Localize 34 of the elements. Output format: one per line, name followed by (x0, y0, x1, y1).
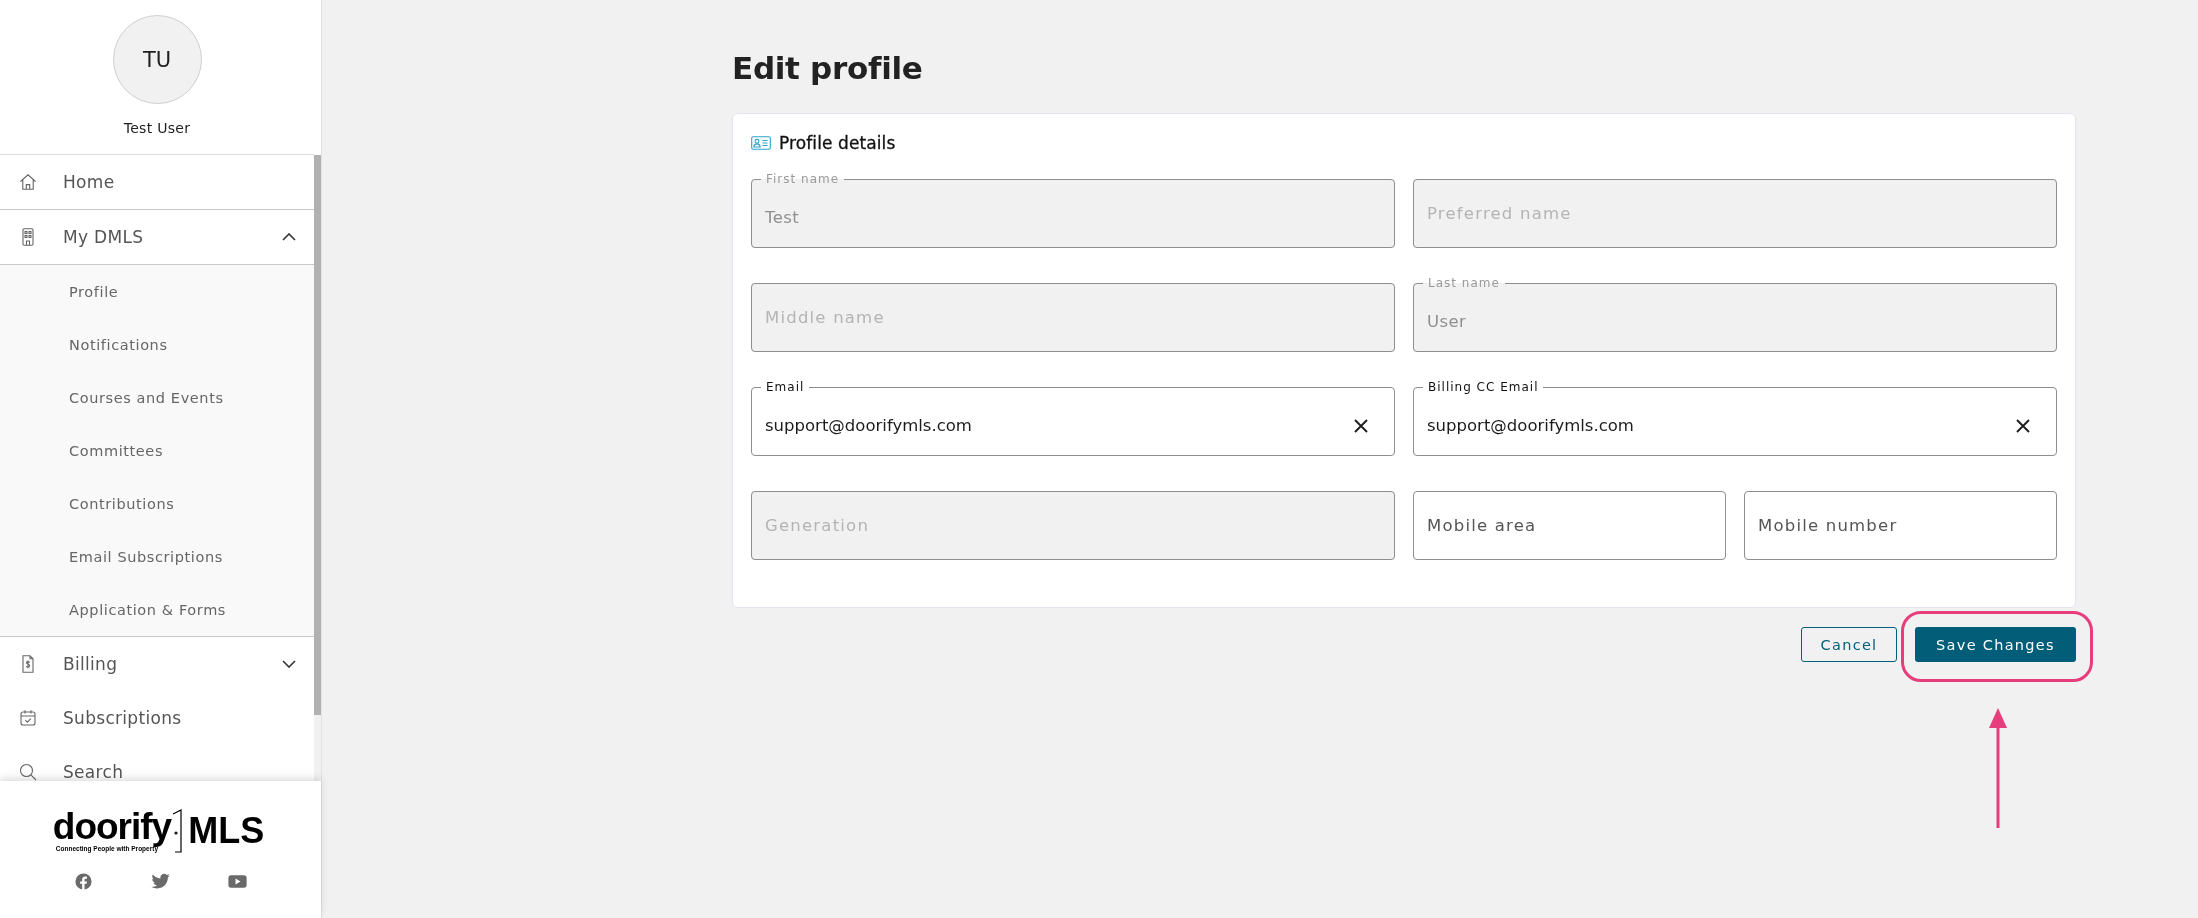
submenu-item[interactable]: Email Subscriptions (0, 530, 314, 583)
clear-button[interactable] (2016, 418, 2030, 433)
submenu-item[interactable]: Application & Forms (0, 583, 314, 636)
text-field[interactable]: Mobile area (1413, 491, 1726, 560)
calendar-check-icon (18, 708, 38, 728)
id-card-icon (751, 136, 771, 150)
youtube-icon[interactable] (228, 873, 247, 890)
card-title: Profile details (779, 133, 896, 153)
facebook-icon[interactable] (74, 873, 93, 890)
clear-button[interactable] (1354, 418, 1368, 433)
save-button[interactable]: Save Changes (1915, 627, 2076, 662)
door-icon (172, 809, 183, 853)
submenu-item[interactable]: Courses and Events (0, 371, 314, 424)
text-field[interactable]: Email support@doorifymls.com (751, 380, 1395, 456)
close-icon (1354, 418, 1368, 433)
avatar: TU (112, 15, 202, 104)
submenu-item[interactable]: Notifications (0, 318, 314, 371)
submenu-item[interactable]: Profile (0, 265, 314, 318)
page-title: Edit profile (732, 49, 923, 88)
user-name: Test User (123, 119, 191, 138)
twitter-icon[interactable] (151, 873, 170, 890)
submenu-item[interactable]: Contributions (0, 477, 314, 530)
cancel-button[interactable]: Cancel (1801, 627, 1897, 662)
brand-suffix: MLS (188, 813, 265, 849)
nav-item[interactable]: Search (0, 745, 314, 781)
text-field[interactable]: Mobile number (1744, 491, 2057, 560)
search-icon (18, 762, 38, 781)
brand-name: doorify (52, 809, 172, 845)
close-icon (2016, 418, 2030, 433)
nav-item[interactable]: Billing (0, 637, 314, 691)
submenu-item[interactable]: Committees (0, 424, 314, 477)
text-field[interactable]: Billing CC Email support@doorifymls.com (1413, 380, 2057, 456)
house-icon (18, 172, 38, 192)
nav-item[interactable]: Subscriptions (0, 691, 314, 745)
